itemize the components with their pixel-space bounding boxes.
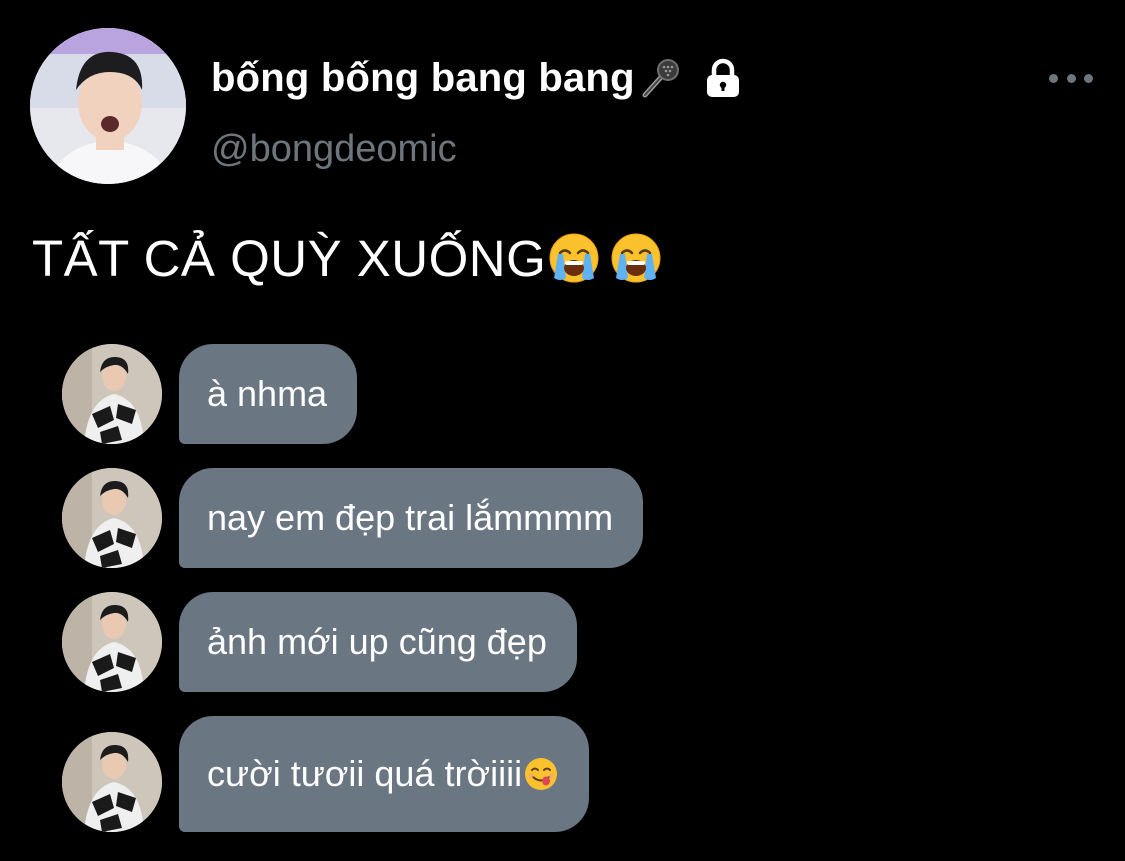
- display-name-row: bống bống bang bang: [211, 52, 745, 104]
- message-text: nay em đẹp trai lắmmmm: [207, 497, 614, 538]
- message-text: à nhma: [207, 373, 328, 414]
- sender-avatar[interactable]: [62, 344, 162, 444]
- sender-avatar[interactable]: [62, 468, 162, 568]
- message-bubble[interactable]: cười tươii quá trờiiii: [179, 716, 590, 832]
- sender-avatar[interactable]: [62, 732, 162, 832]
- message-bubble[interactable]: à nhma: [179, 344, 358, 444]
- more-dot: [1084, 73, 1093, 83]
- loudly-crying-face-emoji: [610, 232, 662, 284]
- more-horizontal-icon: [1049, 73, 1058, 83]
- message-text: ảnh mới up cũng đẹp: [207, 621, 547, 662]
- sender-avatar[interactable]: [62, 592, 162, 692]
- profile-avatar[interactable]: [30, 28, 186, 184]
- more-dot: [1066, 73, 1076, 83]
- message-bubble[interactable]: ảnh mới up cũng đẹp: [179, 592, 577, 692]
- lock-icon: [701, 56, 745, 100]
- loudly-crying-face-emoji: [548, 232, 600, 284]
- user-handle[interactable]: @bongdeomic: [211, 128, 457, 171]
- tweet-text-content: TẤT CẢ QUỲ XUỐNG: [32, 229, 547, 287]
- message-bubble[interactable]: nay em đẹp trai lắmmmm: [179, 468, 644, 568]
- tweet-text: TẤT CẢ QUỲ XUỐNG: [32, 226, 662, 290]
- message-text: cười tươii quá trờiiii: [207, 753, 523, 794]
- face-savoring-food-emoji: [523, 756, 559, 792]
- display-name[interactable]: bống bống bang bang: [211, 56, 635, 101]
- more-options-button[interactable]: [1049, 64, 1093, 92]
- microphone-icon: [637, 55, 683, 101]
